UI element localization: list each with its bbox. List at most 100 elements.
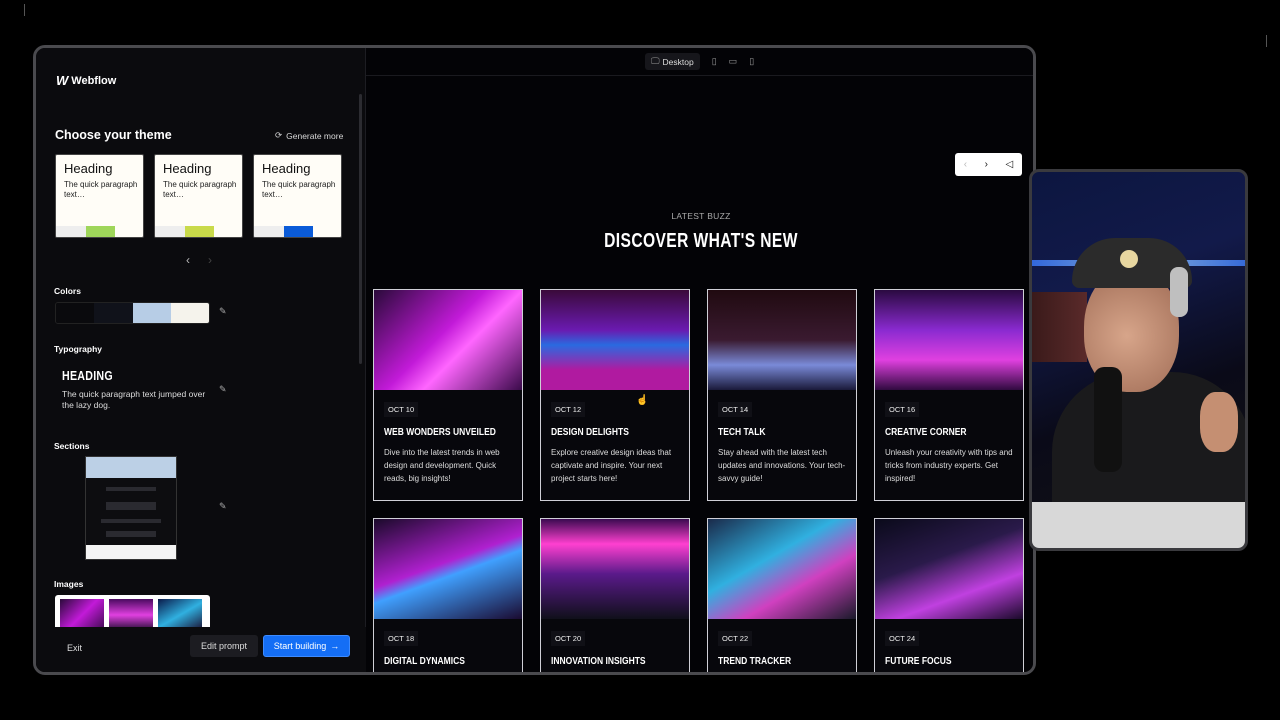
blog-card-title: INNOVATION INSIGHTS <box>551 656 646 667</box>
color-swatch <box>94 303 133 323</box>
color-palette[interactable] <box>55 302 210 324</box>
sections-hero-block <box>86 457 176 478</box>
site-preview: 🖵 Desktop ▯ ▭ ▯ ‹ › ◁ LATEST BUZZ DISCOV… <box>366 48 1033 672</box>
edit-prompt-button[interactable]: Edit prompt <box>190 635 258 657</box>
slider-controls: ‹ › ◁ <box>955 153 1022 176</box>
blog-card-title: FUTURE FOCUS <box>885 656 952 667</box>
blog-card-description: Dive into the latest trends in web desig… <box>384 448 500 483</box>
color-swatch <box>56 303 95 323</box>
theme-card[interactable]: Heading The quick paragraph text… <box>55 154 144 238</box>
blog-card-image <box>875 290 1023 390</box>
webflow-logo-icon: W <box>56 73 68 88</box>
colors-label: Colors <box>54 286 81 296</box>
blog-card-title: TECH TALK <box>718 427 766 438</box>
tablet-icon[interactable]: ▯ <box>712 56 717 67</box>
start-building-button[interactable]: Start building → <box>263 635 350 657</box>
blog-card-title: DIGITAL DYNAMICS <box>384 656 465 667</box>
blog-card-date: OCT 14 <box>718 402 753 417</box>
theme-sidebar: W Webflow Choose your theme ⟳ Generate m… <box>36 48 366 672</box>
blog-card[interactable]: OCT 12 DESIGN DELIGHTS Explore creative … <box>540 289 690 501</box>
theme-card-heading: Heading <box>262 161 311 176</box>
webcam-headphones <box>1170 267 1188 317</box>
generate-more-button[interactable]: ⟳ Generate more <box>275 130 343 141</box>
slider-next-icon[interactable]: › <box>985 159 988 170</box>
theme-card-list: Heading The quick paragraph text… Headin… <box>55 154 342 238</box>
blog-card[interactable]: OCT 18 DIGITAL DYNAMICS <box>373 518 523 672</box>
sections-row <box>106 487 156 491</box>
blog-card-grid: OCT 10 WEB WONDERS UNVEILED Dive into th… <box>373 289 1028 672</box>
refresh-icon: ⟳ <box>275 130 283 140</box>
blog-card[interactable]: OCT 14 TECH TALK Stay ahead with the lat… <box>707 289 857 501</box>
app-window: W Webflow Choose your theme ⟳ Generate m… <box>33 45 1036 675</box>
typography-paragraph-preview: The quick paragraph text jumped over the… <box>62 389 206 411</box>
color-swatch <box>132 303 171 323</box>
sections-footer-block <box>86 545 176 559</box>
blog-card-image <box>708 519 856 619</box>
sections-row <box>106 502 156 510</box>
webflow-logo: W Webflow <box>56 73 116 88</box>
blog-card[interactable]: OCT 24 FUTURE FOCUS <box>874 518 1024 672</box>
sidebar-scrollbar[interactable] <box>359 94 362 364</box>
images-preview[interactable] <box>55 595 210 631</box>
navigator-icon[interactable]: ◁ <box>1006 159 1014 170</box>
color-swatch <box>170 303 209 323</box>
arrow-right-icon: → <box>330 641 340 651</box>
blog-card-date: OCT 18 <box>384 631 419 646</box>
blog-card-image <box>541 290 689 390</box>
edit-sections-pencil-icon[interactable]: ✎ <box>219 501 227 512</box>
exit-button[interactable]: Exit <box>67 643 82 653</box>
webcam-overlay <box>1029 169 1248 551</box>
generate-more-label: Generate more <box>286 130 344 141</box>
blog-card-description: Unleash your creativity with tips and tr… <box>885 448 1013 483</box>
theme-swatch-light <box>155 226 185 237</box>
blog-card-title: WEB WONDERS UNVEILED <box>384 427 496 438</box>
device-toolbar: 🖵 Desktop ▯ ▭ ▯ <box>366 48 1033 76</box>
typography-heading-preview: HEADING <box>62 368 113 383</box>
blog-card-description: Stay ahead with the latest tech updates … <box>718 448 846 483</box>
device-desktop-label: Desktop <box>662 56 694 67</box>
slider-prev-icon[interactable]: ‹ <box>964 159 967 170</box>
app-name: Webflow <box>71 74 117 87</box>
webcam-desk <box>1032 502 1245 548</box>
edge-mark <box>24 4 25 16</box>
blog-card-date: OCT 16 <box>885 402 920 417</box>
blog-card[interactable]: OCT 20 INNOVATION INSIGHTS <box>540 518 690 672</box>
edit-colors-pencil-icon[interactable]: ✎ <box>219 306 227 317</box>
mouse-cursor-icon: ☝ <box>636 395 649 406</box>
sections-preview[interactable] <box>85 456 177 560</box>
blog-card-date: OCT 10 <box>384 402 419 417</box>
theme-card[interactable]: Heading The quick paragraph text… <box>154 154 243 238</box>
blog-card-date: OCT 22 <box>718 631 753 646</box>
edit-typography-pencil-icon[interactable]: ✎ <box>219 384 227 395</box>
theme-card-heading: Heading <box>163 161 212 176</box>
mobile-portrait-icon[interactable]: ▯ <box>749 56 754 67</box>
blog-card[interactable]: OCT 16 CREATIVE CORNER Unleash your crea… <box>874 289 1024 501</box>
theme-card[interactable]: Heading The quick paragraph text… <box>253 154 342 238</box>
theme-swatch-light <box>254 226 284 237</box>
theme-swatch-accent <box>86 226 115 237</box>
webcam-hand <box>1200 392 1238 452</box>
blog-card-title: CREATIVE CORNER <box>885 427 967 438</box>
section-kicker: LATEST BUZZ <box>671 211 731 221</box>
chevron-right-icon[interactable]: › <box>208 253 212 267</box>
blog-card-title: DESIGN DELIGHTS <box>551 427 629 438</box>
section-headline: DISCOVER WHAT'S NEW <box>604 230 798 252</box>
blog-card[interactable]: OCT 22 TREND TRACKER <box>707 518 857 672</box>
theme-swatch-light <box>56 226 86 237</box>
theme-card-paragraph: The quick paragraph text… <box>64 180 138 200</box>
sidebar-footer: Exit Edit prompt Start building → <box>36 627 366 672</box>
typography-label: Typography <box>54 344 103 354</box>
theme-card-paragraph: The quick paragraph text… <box>163 180 237 200</box>
device-desktop-button[interactable]: 🖵 Desktop <box>644 53 700 70</box>
webcam-cap-badge <box>1120 250 1138 268</box>
screen: W Webflow Choose your theme ⟳ Generate m… <box>0 0 1280 720</box>
theme-card-heading: Heading <box>64 161 113 176</box>
blog-card-title: TREND TRACKER <box>718 656 792 667</box>
chevron-left-icon[interactable]: ‹ <box>186 253 190 267</box>
mobile-landscape-icon[interactable]: ▭ <box>729 56 738 67</box>
theme-section-title: Choose your theme <box>55 128 172 142</box>
blog-card[interactable]: OCT 10 WEB WONDERS UNVEILED Dive into th… <box>373 289 523 501</box>
blog-card-date: OCT 24 <box>885 631 920 646</box>
blog-card-date: OCT 20 <box>551 631 586 646</box>
edge-mark <box>1266 35 1267 47</box>
